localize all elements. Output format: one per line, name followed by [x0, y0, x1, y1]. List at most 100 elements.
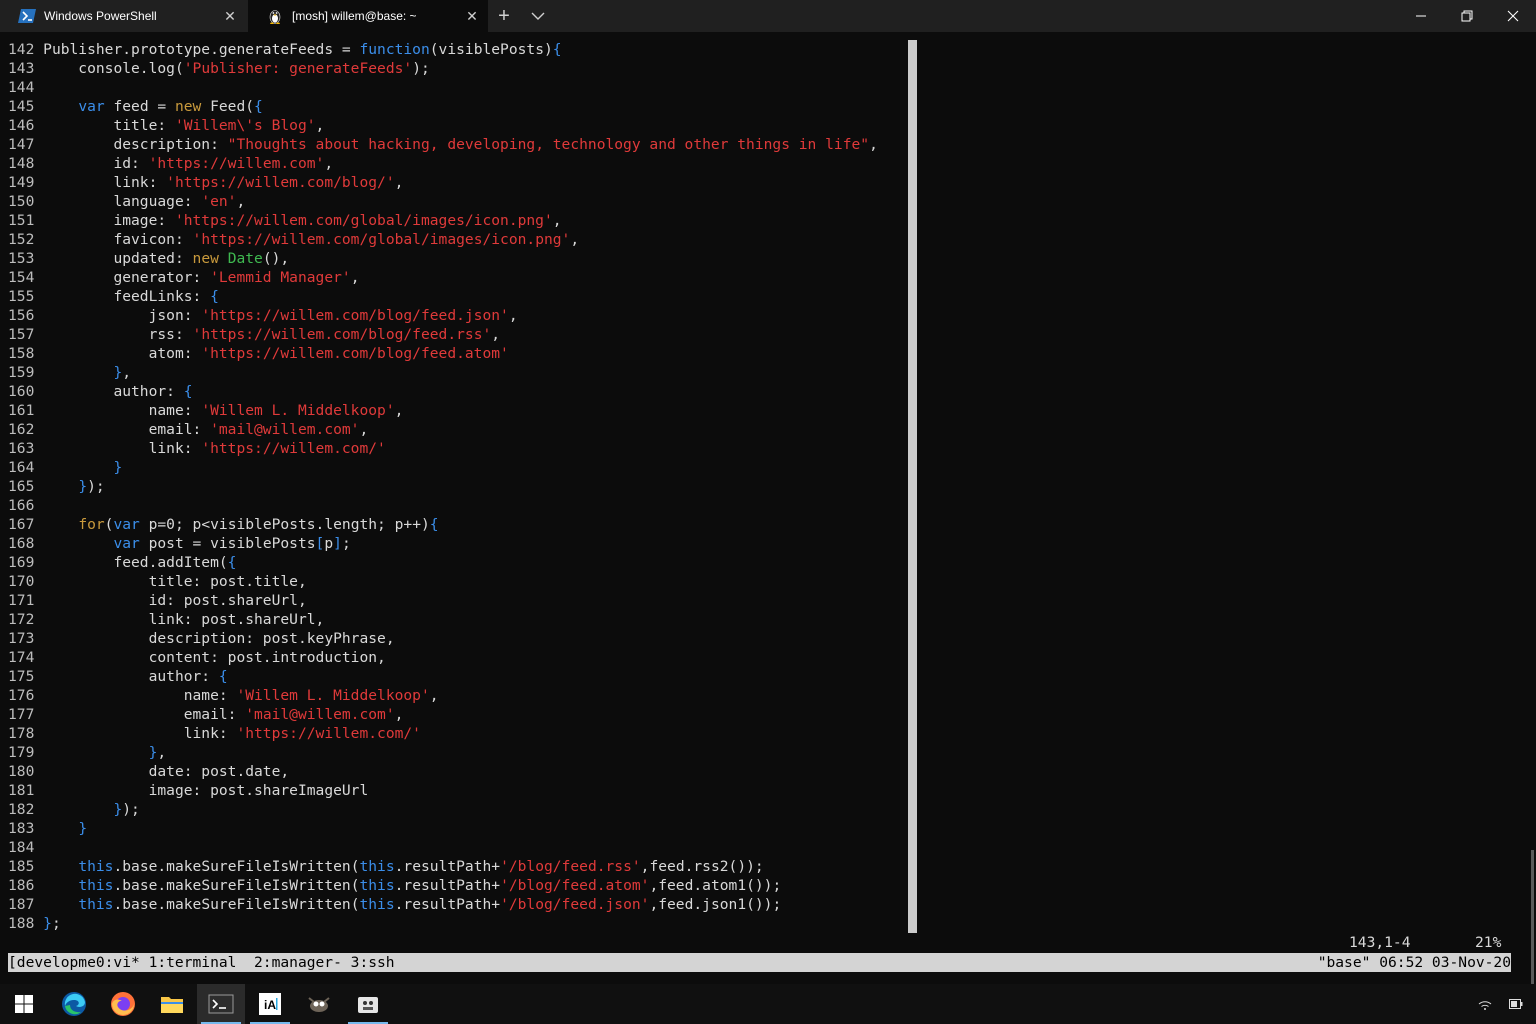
- start-icon[interactable]: [0, 984, 48, 1024]
- code-line[interactable]: 160 author: {: [8, 382, 193, 401]
- code-line[interactable]: 170 title: post.title,: [8, 572, 307, 591]
- code-line[interactable]: 175 author: {: [8, 667, 228, 686]
- code-token: }: [78, 478, 88, 495]
- code-line[interactable]: 144: [8, 78, 43, 97]
- code-token: .base.makeSureFileIsWritten(: [113, 877, 360, 894]
- ia-writer-icon[interactable]: iA: [246, 984, 294, 1024]
- new-tab-plus-icon[interactable]: +: [494, 6, 514, 26]
- code-token: Feed(: [201, 98, 255, 115]
- wifi-icon[interactable]: [1477, 996, 1493, 1012]
- code-line[interactable]: 152 favicon: 'https://willem.com/global/…: [8, 230, 579, 249]
- line-number: 142: [8, 41, 44, 58]
- code-line[interactable]: 173 description: post.keyPhrase,: [8, 629, 395, 648]
- code-line[interactable]: 157 rss: 'https://willem.com/blog/feed.r…: [8, 325, 500, 344]
- code-line[interactable]: 147 description: "Thoughts about hacking…: [8, 135, 878, 154]
- code-line[interactable]: 165 });: [8, 477, 105, 496]
- code-line[interactable]: 176 name: 'Willem L. Middelkoop',: [8, 686, 439, 705]
- battery-icon[interactable]: [1508, 996, 1524, 1012]
- code-line[interactable]: 143 console.log('Publisher: generateFeed…: [8, 59, 430, 78]
- code-line[interactable]: 188 };: [8, 914, 61, 933]
- code-line[interactable]: 180 date: post.date,: [8, 762, 289, 781]
- code-line[interactable]: 184: [8, 838, 43, 857]
- line-number: 159: [8, 364, 44, 381]
- tab-windows-powershell[interactable]: Windows PowerShell ✕: [0, 0, 246, 32]
- code-token: ,feed.atom1());: [649, 877, 782, 894]
- code-token: 'https://willem.com/': [236, 725, 421, 742]
- code-line[interactable]: 158 atom: 'https://willem.com/blog/feed.…: [8, 344, 509, 363]
- code-token: image:: [43, 212, 175, 229]
- code-line[interactable]: 145 var feed = new Feed({: [8, 97, 263, 116]
- code-line[interactable]: 156 json: 'https://willem.com/blog/feed.…: [8, 306, 518, 325]
- code-token: email:: [43, 706, 246, 723]
- code-line[interactable]: 151 image: 'https://willem.com/global/im…: [8, 211, 562, 230]
- code-line[interactable]: 150 language: 'en',: [8, 192, 245, 211]
- code-line[interactable]: 169 feed.addItem({: [8, 553, 236, 572]
- code-line[interactable]: 159 },: [8, 363, 131, 382]
- code-line[interactable]: 167 for(var p=0; p<visiblePosts.length; …: [8, 515, 439, 534]
- code-line[interactable]: 161 name: 'Willem L. Middelkoop',: [8, 401, 403, 420]
- vim-editor[interactable]: 142 Publisher.prototype.generateFeeds = …: [0, 40, 910, 933]
- code-line[interactable]: 155 feedLinks: {: [8, 287, 219, 306]
- close-tab-icon[interactable]: ✕: [464, 8, 480, 24]
- tmux-window-list[interactable]: [developme0:vi* 1:terminal 2:manager- 3:…: [8, 953, 395, 972]
- code-line[interactable]: 186 this.base.makeSureFileIsWritten(this…: [8, 876, 781, 895]
- line-number: 168: [8, 535, 44, 552]
- close-icon[interactable]: [1490, 0, 1536, 32]
- code-token: );: [87, 478, 105, 495]
- code-line[interactable]: 154 generator: 'Lemmid Manager',: [8, 268, 359, 287]
- code-line[interactable]: 162 email: 'mail@willem.com',: [8, 420, 368, 439]
- code-token: ,: [869, 136, 878, 153]
- code-line[interactable]: 185 this.base.makeSureFileIsWritten(this…: [8, 857, 764, 876]
- line-number: 187: [8, 896, 44, 913]
- code-line[interactable]: 163 link: 'https://willem.com/': [8, 439, 386, 458]
- gimp-icon[interactable]: [295, 984, 343, 1024]
- minimize-icon[interactable]: [1398, 0, 1444, 32]
- code-token: description: post.keyPhrase,: [43, 630, 395, 647]
- code-line[interactable]: 149 link: 'https://willem.com/blog/',: [8, 173, 403, 192]
- code-line[interactable]: 164 }: [8, 458, 122, 477]
- line-number: 156: [8, 307, 44, 324]
- code-token: ,: [236, 193, 246, 210]
- code-line[interactable]: 183 }: [8, 819, 87, 838]
- code-line[interactable]: 174 content: post.introduction,: [8, 648, 386, 667]
- edge-icon[interactable]: [50, 984, 98, 1024]
- close-tab-icon[interactable]: ✕: [222, 8, 238, 24]
- code-line[interactable]: 172 link: post.shareUrl,: [8, 610, 324, 629]
- line-number: 183: [8, 820, 44, 837]
- code-line[interactable]: 179 },: [8, 743, 166, 762]
- code-token: this: [78, 877, 114, 894]
- terminal-icon[interactable]: [197, 984, 245, 1024]
- code-line[interactable]: 182 });: [8, 800, 140, 819]
- code-token: }: [113, 364, 123, 381]
- code-line[interactable]: 142 Publisher.prototype.generateFeeds = …: [8, 40, 562, 59]
- code-line[interactable]: 166: [8, 496, 43, 515]
- vertical-split-divider[interactable]: [908, 40, 917, 933]
- line-number: 170: [8, 573, 44, 590]
- code-token: '/blog/feed.atom': [500, 877, 650, 894]
- line-number: 158: [8, 345, 44, 362]
- code-token: }: [43, 915, 52, 932]
- code-line[interactable]: 181 image: post.shareImageUrl: [8, 781, 368, 800]
- code-line[interactable]: 177 email: 'mail@willem.com',: [8, 705, 403, 724]
- code-token: ,: [570, 231, 580, 248]
- code-token: '/blog/feed.rss': [500, 858, 641, 875]
- code-token: atom:: [43, 345, 202, 362]
- code-token: ,: [350, 269, 360, 286]
- code-line[interactable]: 171 id: post.shareUrl,: [8, 591, 307, 610]
- code-line[interactable]: 146 title: 'Willem\'s Blog',: [8, 116, 324, 135]
- chevron-down-icon[interactable]: [528, 6, 548, 26]
- code-token: ,feed.rss2());: [640, 858, 764, 875]
- code-token: 'Willem L. Middelkoop': [201, 402, 395, 419]
- code-line[interactable]: 168 var post = visiblePosts[p];: [8, 534, 351, 553]
- code-line[interactable]: 148 id: 'https://willem.com',: [8, 154, 333, 173]
- tab-mosh-willem[interactable]: [mosh] willem@base: ~ ✕: [248, 0, 488, 32]
- code-line[interactable]: 187 this.base.makeSureFileIsWritten(this…: [8, 895, 781, 914]
- file-explorer-icon[interactable]: [148, 984, 196, 1024]
- restore-icon[interactable]: [1444, 0, 1490, 32]
- app-icon[interactable]: [344, 984, 392, 1024]
- code-line[interactable]: 178 link: 'https://willem.com/': [8, 724, 421, 743]
- firefox-icon[interactable]: [99, 984, 147, 1024]
- code-line[interactable]: 153 updated: new Date(),: [8, 249, 289, 268]
